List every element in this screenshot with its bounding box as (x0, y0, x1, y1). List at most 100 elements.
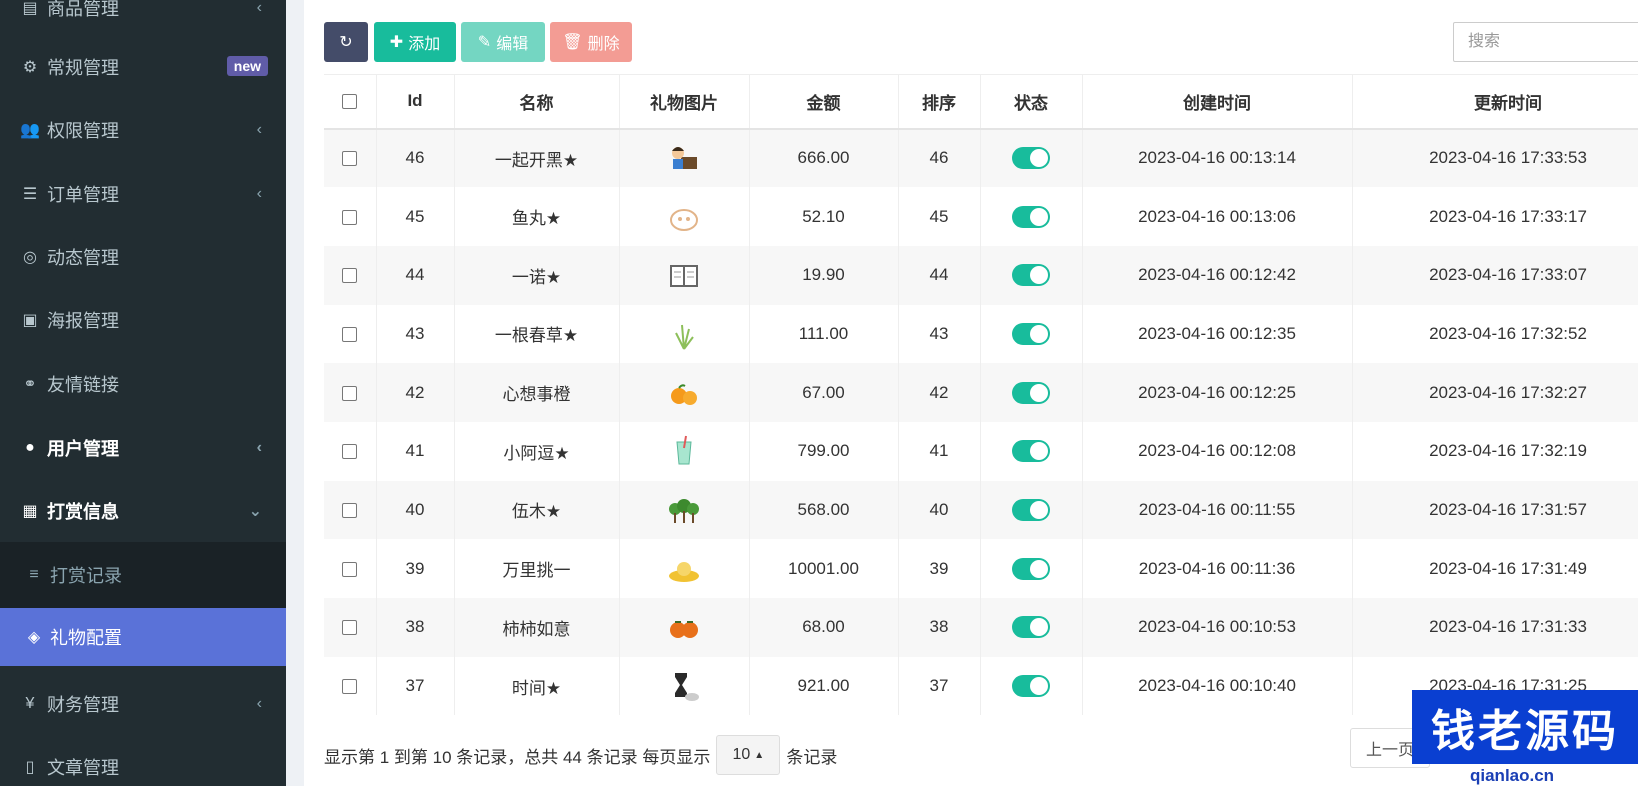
col-header-name[interactable]: 名称 (454, 74, 620, 130)
table-row[interactable]: 42 心想事橙 67.00 42 2023-04-16 00:12:25 2023-04-… (324, 363, 1638, 422)
status-toggle[interactable] (1012, 498, 1050, 521)
cell-status (980, 656, 1083, 716)
watermark-logo: 钱老源码 (1412, 690, 1638, 764)
sidebar-item-reward-records[interactable]: ≡ 打赏记录 (0, 542, 286, 608)
table-row[interactable]: 44 一诺★ 19.90 44 2023-04-16 00:12:42 2023-04-1… (324, 245, 1638, 305)
row-checkbox[interactable] (342, 209, 358, 225)
ingot-icon[interactable] (667, 552, 701, 586)
sidebar-item-label: 海报管理 (47, 310, 119, 331)
sidebar-item-label: 商品管理 (47, 0, 119, 19)
sidebar-item-general[interactable]: ⚙ 常规管理 new (0, 35, 286, 98)
cell-name: 万里挑一 (454, 539, 620, 598)
file-icon: ▯ (25, 758, 35, 776)
sidebar-item-posters[interactable]: ▣ 海报管理 (0, 288, 286, 351)
page-size-select[interactable]: 10 ▲ (716, 735, 781, 775)
sidebar-item-permission[interactable]: 👥 权限管理 ‹ (0, 98, 286, 161)
status-toggle[interactable] (1012, 147, 1050, 170)
pagination-suffix: 条记录 (786, 747, 838, 767)
row-checkbox[interactable] (342, 326, 358, 342)
sidebar-item-reward-info[interactable]: ▦ 打赏信息 ⌄ (0, 479, 286, 542)
cell-status (980, 304, 1083, 364)
row-checkbox[interactable] (342, 561, 358, 577)
status-toggle[interactable] (1012, 616, 1050, 639)
status-toggle[interactable] (1012, 264, 1050, 287)
table-row[interactable]: 41 小阿逗★ 799.00 41 2023-04-16 00:12:08 2023-04… (324, 421, 1638, 481)
sidebar-item-label: 友情链接 (47, 374, 119, 395)
sidebar-item-finance[interactable]: ¥ 财务管理 ‹ (0, 672, 286, 735)
cell-name: 小阿逗★ (454, 421, 620, 481)
sidebar-item-gift-config[interactable]: ◈ 礼物配置 (0, 608, 286, 666)
caret-up-icon: ▲ (754, 749, 765, 761)
delete-button[interactable]: 🗑 删除 (550, 22, 632, 62)
grass-icon[interactable] (667, 317, 701, 351)
chevron-left-icon: ‹ (256, 120, 262, 138)
row-checkbox-cell (324, 421, 377, 481)
table-row[interactable]: 39 万里挑一 10001.00 39 2023-04-16 00:11:36 2023-… (324, 539, 1638, 598)
sidebar-item-goods[interactable]: ▤ 商品管理 ‹ (0, 0, 286, 39)
fishball-icon[interactable] (667, 200, 701, 234)
row-checkbox[interactable] (342, 620, 358, 636)
col-header-sort[interactable]: 排序 (898, 74, 981, 130)
chevron-left-icon: ‹ (256, 438, 262, 456)
row-checkbox[interactable] (342, 444, 358, 460)
table-row[interactable]: 38 柿柿如意 68.00 38 2023-04-16 00:10:53 2023-04-… (324, 598, 1638, 657)
new-badge: new (226, 56, 268, 76)
select-all-checkbox[interactable] (342, 94, 358, 110)
sidebar-item-moments[interactable]: ◎ 动态管理 (0, 225, 286, 288)
plus-icon: ✚ (389, 34, 404, 51)
status-toggle[interactable] (1012, 440, 1050, 463)
refresh-button[interactable]: ↻ (324, 22, 368, 62)
book-gift-icon[interactable] (667, 258, 701, 292)
table-row[interactable]: 45 鱼丸★ 52.10 45 2023-04-16 00:13:06 2023-04-1… (324, 187, 1638, 246)
cell-status (980, 421, 1083, 481)
row-checkbox-cell (324, 539, 377, 598)
status-toggle[interactable] (1012, 381, 1050, 404)
status-toggle[interactable] (1012, 675, 1050, 698)
sidebar-item-users[interactable]: ● 用户管理 ‹ (0, 416, 286, 479)
col-header-created[interactable]: 创建时间 (1082, 74, 1353, 130)
sidebar-item-articles[interactable]: ▯ 文章管理 (0, 735, 286, 786)
trees-icon[interactable] (667, 493, 701, 527)
col-header-status[interactable]: 状态 (980, 74, 1083, 130)
add-button[interactable]: ✚ 添加 (374, 22, 456, 62)
status-toggle[interactable] (1012, 557, 1050, 580)
row-checkbox[interactable] (342, 679, 358, 695)
hourglass-icon[interactable] (667, 669, 701, 703)
status-toggle[interactable] (1012, 205, 1050, 228)
user-circle-icon: ● (25, 438, 35, 456)
table-row[interactable]: 40 伍木★ 568.00 40 2023-04-16 00:11:55 2023-04-… (324, 480, 1638, 540)
orange-icon[interactable] (667, 376, 701, 410)
cell-id: 39 (376, 539, 455, 598)
row-checkbox[interactable] (342, 502, 358, 518)
cell-sort: 42 (898, 363, 981, 422)
col-header-amount[interactable]: 金额 (749, 74, 899, 130)
gamer-icon[interactable] (667, 141, 701, 175)
cell-name: 一起开黑★ (454, 128, 620, 188)
row-checkbox-cell (324, 187, 377, 246)
gift-table: Id 名称 礼物图片 金额 排序 状态 创建时间 更新时间 46 一起开黑★ 666… (324, 74, 1638, 716)
table-row[interactable]: 46 一起开黑★ 666.00 46 2023-04-16 00:13:14 2023-0… (324, 128, 1638, 188)
table-row[interactable]: 43 一根春草★ 111.00 43 2023-04-16 00:12:35 2023-0… (324, 304, 1638, 364)
cell-image (619, 539, 750, 598)
col-header-updated[interactable]: 更新时间 (1352, 74, 1638, 130)
search-input[interactable] (1453, 22, 1638, 62)
row-checkbox[interactable] (342, 385, 358, 401)
gears-icon: ⚙ (22, 58, 38, 76)
cell-sort: 39 (898, 539, 981, 598)
row-checkbox[interactable] (342, 151, 358, 167)
col-header-id[interactable]: Id (376, 74, 455, 130)
yen-icon: ¥ (25, 694, 35, 712)
chevron-left-icon: ‹ (256, 0, 262, 16)
drink-icon[interactable] (667, 434, 701, 468)
persimmon-icon[interactable] (667, 610, 701, 644)
row-checkbox[interactable] (342, 268, 358, 284)
link-icon: ⚭ (23, 375, 37, 393)
sidebar-item-links[interactable]: ⚭ 友情链接 (0, 352, 286, 415)
tripadvisor-icon: ◎ (23, 248, 37, 266)
edit-button[interactable]: ✎ 编辑 (461, 22, 545, 62)
status-toggle[interactable] (1012, 322, 1050, 345)
row-checkbox-cell (324, 598, 377, 657)
sidebar-item-label: 打赏信息 (47, 501, 119, 522)
sidebar-item-label: 打赏记录 (50, 566, 122, 586)
sidebar-item-orders[interactable]: ☰ 订单管理 ‹ (0, 162, 286, 225)
